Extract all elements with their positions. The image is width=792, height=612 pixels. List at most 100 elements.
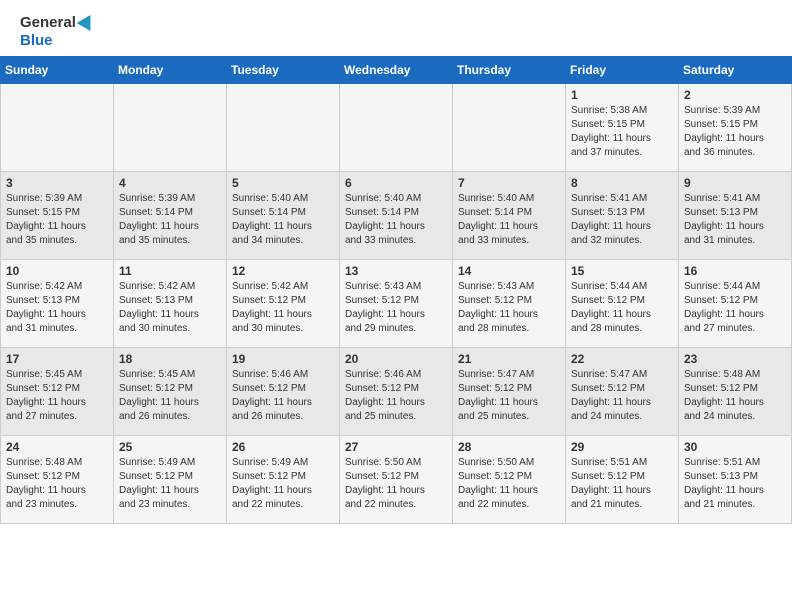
day-info: Sunrise: 5:40 AM Sunset: 5:14 PM Dayligh… [345, 192, 447, 248]
day-number: 26 [232, 440, 334, 454]
calendar-cell: 30 Sunrise: 5:51 AM Sunset: 5:13 PM Dayli… [679, 436, 792, 524]
header: General Blue [0, 0, 792, 56]
calendar-cell [227, 84, 340, 172]
day-number: 1 [571, 88, 673, 102]
calendar-cell: 29 Sunrise: 5:51 AM Sunset: 5:12 PM Dayli… [566, 436, 679, 524]
calendar-cell: 15Sunrise: 5:44 AM Sunset: 5:12 PM Dayli… [566, 260, 679, 348]
day-info: Sunrise: 5:40 AM Sunset: 5:14 PM Dayligh… [232, 192, 334, 248]
day-info: Sunrise: 5:41 AM Sunset: 5:13 PM Dayligh… [684, 192, 786, 248]
day-info: Sunrise: 5:50 AM Sunset: 5:12 PM Dayligh… [458, 456, 560, 512]
calendar-cell: 26 Sunrise: 5:49 AM Sunset: 5:12 PM Dayli… [227, 436, 340, 524]
calendar-cell: 24 Sunrise: 5:48 AM Sunset: 5:12 PM Dayli… [1, 436, 114, 524]
day-info: Sunrise: 5:47 AM Sunset: 5:12 PM Dayligh… [571, 368, 673, 424]
day-number: 25 [119, 440, 221, 454]
day-of-week-header: Thursday [453, 57, 566, 84]
day-info: Sunrise: 5:51 AM Sunset: 5:12 PM Dayligh… [571, 456, 673, 512]
calendar-cell: 9 Sunrise: 5:41 AM Sunset: 5:13 PM Daylig… [679, 172, 792, 260]
day-number: 7 [458, 176, 560, 190]
calendar-cell [340, 84, 453, 172]
calendar-cell [453, 84, 566, 172]
day-of-week-header: Friday [566, 57, 679, 84]
day-info: Sunrise: 5:45 AM Sunset: 5:12 PM Dayligh… [119, 368, 221, 424]
day-number: 24 [6, 440, 108, 454]
calendar-cell: 20 Sunrise: 5:46 AM Sunset: 5:12 PM Dayli… [340, 348, 453, 436]
day-info: Sunrise: 5:39 AM Sunset: 5:15 PM Dayligh… [6, 192, 108, 248]
day-number: 13 [345, 264, 447, 278]
day-number: 27 [345, 440, 447, 454]
logo-triangle-icon [76, 11, 97, 31]
calendar-cell [114, 84, 227, 172]
day-info: Sunrise: 5:43 AM Sunset: 5:12 PM Dayligh… [458, 280, 560, 336]
calendar-cell: 6 Sunrise: 5:40 AM Sunset: 5:14 PM Daylig… [340, 172, 453, 260]
calendar-cell: 16Sunrise: 5:44 AM Sunset: 5:12 PM Dayli… [679, 260, 792, 348]
calendar-cell: 28 Sunrise: 5:50 AM Sunset: 5:12 PM Dayli… [453, 436, 566, 524]
day-info: Sunrise: 5:51 AM Sunset: 5:13 PM Dayligh… [684, 456, 786, 512]
calendar-cell: 27 Sunrise: 5:50 AM Sunset: 5:12 PM Dayli… [340, 436, 453, 524]
calendar-cell: 23Sunrise: 5:48 AM Sunset: 5:12 PM Dayli… [679, 348, 792, 436]
day-number: 19 [232, 352, 334, 366]
day-number: 14 [458, 264, 560, 278]
day-of-week-header: Saturday [679, 57, 792, 84]
calendar-week-row: 17 Sunrise: 5:45 AM Sunset: 5:12 PM Dayli… [1, 348, 792, 436]
calendar-table: SundayMondayTuesdayWednesdayThursdayFrid… [0, 56, 792, 524]
day-number: 4 [119, 176, 221, 190]
day-info: Sunrise: 5:49 AM Sunset: 5:12 PM Dayligh… [232, 456, 334, 512]
day-number: 15 [571, 264, 673, 278]
logo-blue-text: Blue [20, 32, 53, 50]
day-info: Sunrise: 5:39 AM Sunset: 5:15 PM Dayligh… [684, 104, 786, 160]
calendar-cell: 5Sunrise: 5:40 AM Sunset: 5:14 PM Daylig… [227, 172, 340, 260]
calendar-cell: 4 Sunrise: 5:39 AM Sunset: 5:14 PM Daylig… [114, 172, 227, 260]
day-info: Sunrise: 5:42 AM Sunset: 5:12 PM Dayligh… [232, 280, 334, 336]
day-info: Sunrise: 5:43 AM Sunset: 5:12 PM Dayligh… [345, 280, 447, 336]
day-info: Sunrise: 5:46 AM Sunset: 5:12 PM Dayligh… [345, 368, 447, 424]
day-info: Sunrise: 5:50 AM Sunset: 5:12 PM Dayligh… [345, 456, 447, 512]
day-number: 16 [684, 264, 786, 278]
calendar-cell: 22Sunrise: 5:47 AM Sunset: 5:12 PM Dayli… [566, 348, 679, 436]
calendar-cell: 10Sunrise: 5:42 AM Sunset: 5:13 PM Dayli… [1, 260, 114, 348]
day-number: 6 [345, 176, 447, 190]
calendar-week-row: 1Sunrise: 5:38 AM Sunset: 5:15 PM Daylig… [1, 84, 792, 172]
calendar-cell: 19Sunrise: 5:46 AM Sunset: 5:12 PM Dayli… [227, 348, 340, 436]
calendar-cell: 3 Sunrise: 5:39 AM Sunset: 5:15 PM Daylig… [1, 172, 114, 260]
day-of-week-header: Monday [114, 57, 227, 84]
calendar-cell: 12 Sunrise: 5:42 AM Sunset: 5:12 PM Dayli… [227, 260, 340, 348]
day-of-week-header: Wednesday [340, 57, 453, 84]
calendar-week-row: 10Sunrise: 5:42 AM Sunset: 5:13 PM Dayli… [1, 260, 792, 348]
day-of-week-header: Tuesday [227, 57, 340, 84]
calendar-cell [1, 84, 114, 172]
day-info: Sunrise: 5:49 AM Sunset: 5:12 PM Dayligh… [119, 456, 221, 512]
calendar-cell: 17 Sunrise: 5:45 AM Sunset: 5:12 PM Dayli… [1, 348, 114, 436]
day-info: Sunrise: 5:40 AM Sunset: 5:14 PM Dayligh… [458, 192, 560, 248]
calendar-week-row: 3 Sunrise: 5:39 AM Sunset: 5:15 PM Daylig… [1, 172, 792, 260]
day-number: 2 [684, 88, 786, 102]
day-number: 21 [458, 352, 560, 366]
calendar-cell: 11 Sunrise: 5:42 AM Sunset: 5:13 PM Dayli… [114, 260, 227, 348]
day-info: Sunrise: 5:45 AM Sunset: 5:12 PM Dayligh… [6, 368, 108, 424]
day-number: 8 [571, 176, 673, 190]
day-info: Sunrise: 5:47 AM Sunset: 5:12 PM Dayligh… [458, 368, 560, 424]
day-number: 12 [232, 264, 334, 278]
logo: General Blue [20, 14, 95, 50]
day-info: Sunrise: 5:39 AM Sunset: 5:14 PM Dayligh… [119, 192, 221, 248]
day-info: Sunrise: 5:42 AM Sunset: 5:13 PM Dayligh… [6, 280, 108, 336]
day-of-week-header: Sunday [1, 57, 114, 84]
day-number: 17 [6, 352, 108, 366]
day-info: Sunrise: 5:42 AM Sunset: 5:13 PM Dayligh… [119, 280, 221, 336]
day-number: 30 [684, 440, 786, 454]
day-number: 9 [684, 176, 786, 190]
day-number: 28 [458, 440, 560, 454]
day-number: 3 [6, 176, 108, 190]
calendar-cell: 21 Sunrise: 5:47 AM Sunset: 5:12 PM Dayli… [453, 348, 566, 436]
logo-general-text: General [20, 14, 76, 32]
calendar-header-row: SundayMondayTuesdayWednesdayThursdayFrid… [1, 57, 792, 84]
calendar-cell: 13 Sunrise: 5:43 AM Sunset: 5:12 PM Dayli… [340, 260, 453, 348]
day-number: 20 [345, 352, 447, 366]
calendar-cell: 14 Sunrise: 5:43 AM Sunset: 5:12 PM Dayli… [453, 260, 566, 348]
calendar-week-row: 24 Sunrise: 5:48 AM Sunset: 5:12 PM Dayli… [1, 436, 792, 524]
calendar-cell: 18Sunrise: 5:45 AM Sunset: 5:12 PM Dayli… [114, 348, 227, 436]
calendar-cell: 1Sunrise: 5:38 AM Sunset: 5:15 PM Daylig… [566, 84, 679, 172]
day-info: Sunrise: 5:48 AM Sunset: 5:12 PM Dayligh… [6, 456, 108, 512]
day-number: 23 [684, 352, 786, 366]
day-number: 11 [119, 264, 221, 278]
day-number: 29 [571, 440, 673, 454]
